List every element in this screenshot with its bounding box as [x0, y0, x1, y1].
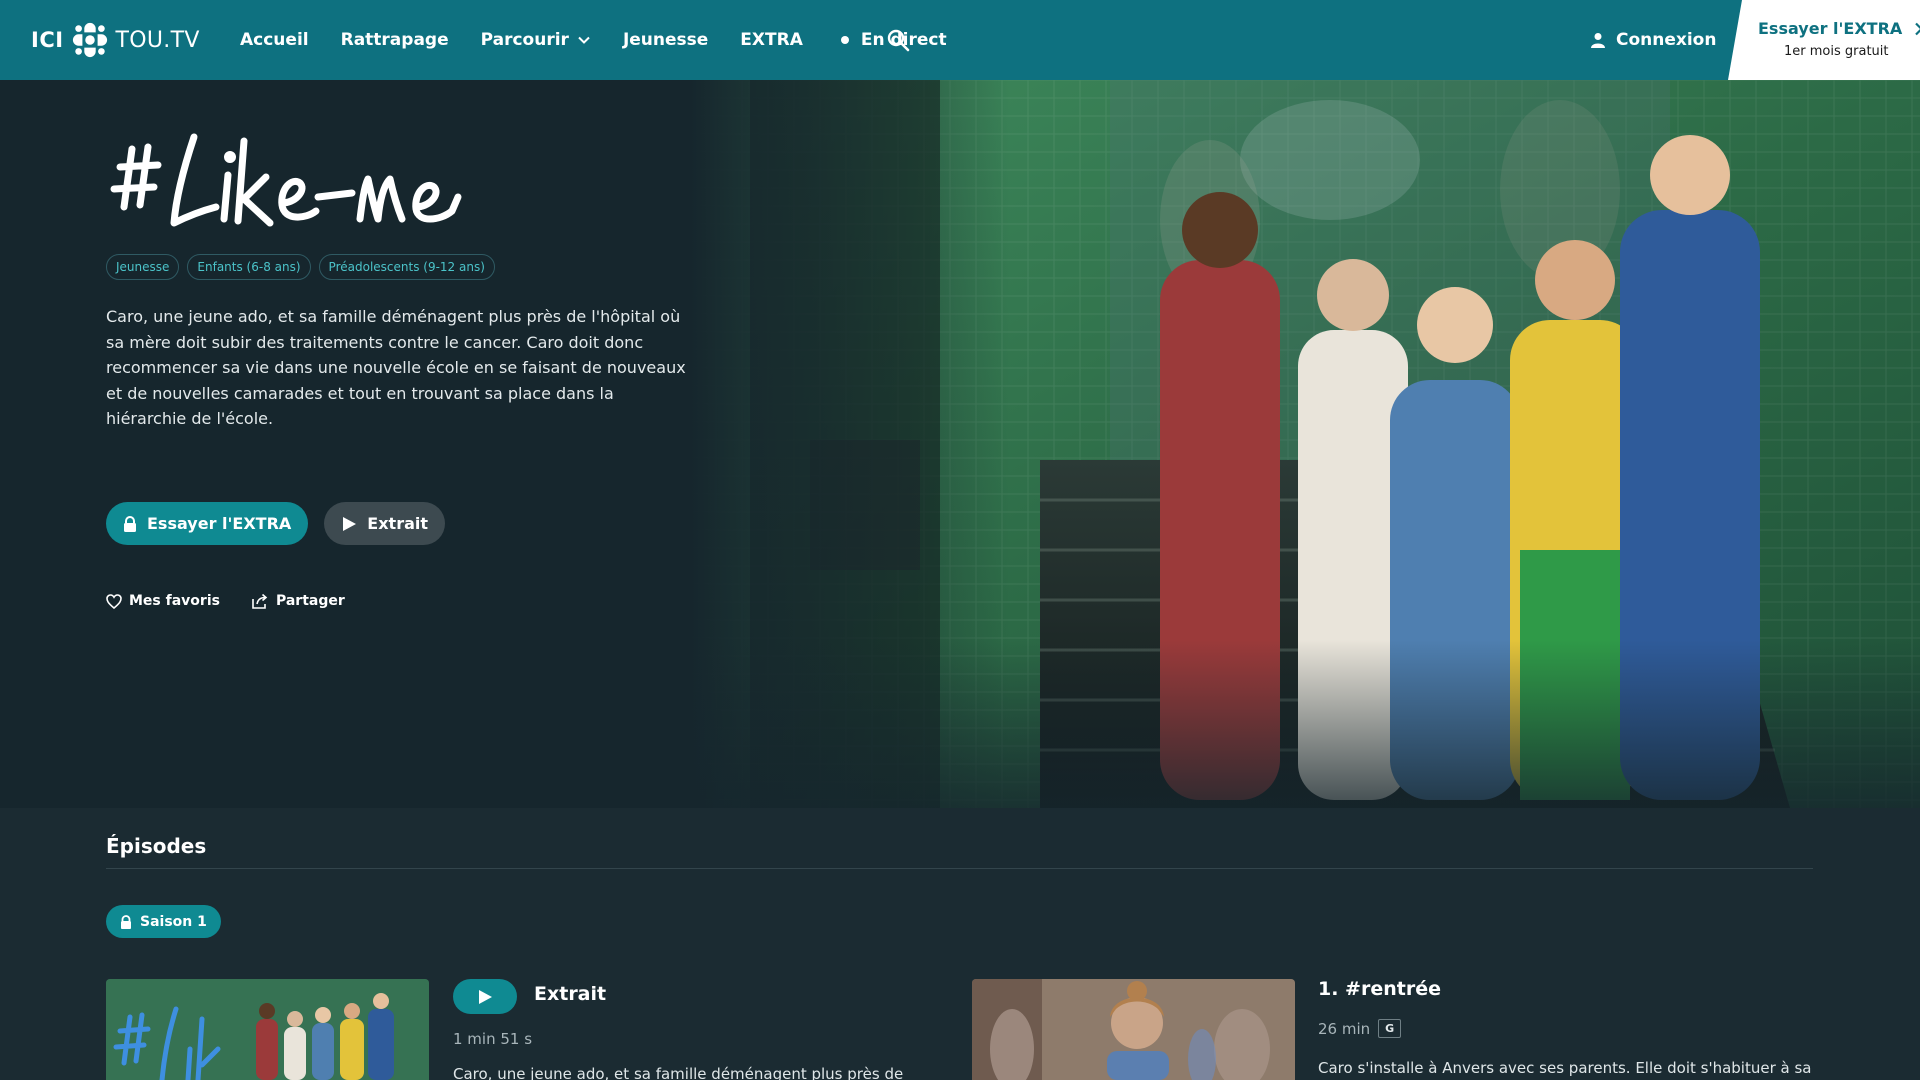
nav-link-extra[interactable]: EXTRA	[740, 30, 803, 50]
nav-link-parcourir-label: Parcourir	[480, 30, 569, 50]
play-icon	[479, 989, 492, 1004]
trailer-button-label: Extrait	[367, 514, 429, 533]
search-icon[interactable]	[886, 28, 910, 52]
rating-badge: G	[1378, 1019, 1402, 1038]
play-icon	[343, 516, 357, 531]
episode-duration: 26 min	[1318, 1019, 1371, 1038]
favorites-label: Mes favoris	[129, 593, 220, 609]
try-extra-subtitle: 1er mois gratuit	[1784, 44, 1889, 59]
episode-duration: 1 min 51 s	[453, 1030, 533, 1048]
show-hero: Jeunesse Enfants (6-8 ans) Préadolescent…	[0, 80, 1920, 808]
show-actions: Mes favoris Partager	[106, 593, 345, 609]
share-icon	[252, 593, 268, 609]
ici-toutv-logo[interactable]: ICI TOU.TV	[31, 20, 200, 60]
share-button[interactable]: Partager	[252, 593, 345, 609]
try-extra-banner[interactable]: Essayer l'EXTRA 1er mois gratuit	[1728, 0, 1920, 80]
hero-buttons: Essayer l'EXTRA Extrait	[106, 502, 446, 545]
hero-bottom-fade	[0, 640, 1920, 808]
try-extra-button[interactable]: Essayer l'EXTRA	[106, 502, 309, 545]
try-extra-main: Essayer l'EXTRA	[1758, 19, 1920, 38]
episode-description: Caro s'installe à Anvers avec ses parent…	[1318, 1059, 1812, 1077]
user-icon	[1591, 33, 1605, 48]
episode-title[interactable]: 1. #rentrée	[1318, 978, 1441, 1000]
season-label: Saison 1	[140, 913, 207, 930]
episodes-divider	[106, 868, 1813, 869]
season-selector[interactable]: Saison 1	[106, 905, 221, 938]
nav-link-rattrapage[interactable]: Rattrapage	[341, 30, 449, 50]
main-menu: Accueil Rattrapage Parcourir Jeunesse EX…	[240, 0, 979, 80]
logo-toutv-text: TOU.TV	[115, 27, 200, 53]
lock-icon	[121, 914, 131, 929]
episode-thumbnail-trailer[interactable]	[106, 979, 429, 1080]
trailer-button[interactable]: Extrait	[324, 502, 446, 545]
nav-link-parcourir[interactable]: Parcourir	[481, 30, 591, 50]
play-trailer-button[interactable]	[453, 979, 517, 1014]
episode-1-thumbnail-image	[972, 979, 1295, 1080]
genre-tags: Jeunesse Enfants (6-8 ans) Préadolescent…	[106, 254, 495, 280]
tag-enfants[interactable]: Enfants (6-8 ans)	[187, 254, 311, 280]
try-extra-button-label: Essayer l'EXTRA	[147, 514, 292, 533]
episode-thumbnail-1[interactable]	[972, 979, 1295, 1080]
tag-jeunesse[interactable]: Jeunesse	[106, 254, 180, 280]
lock-icon	[124, 515, 136, 532]
show-synopsis: Caro, une jeune ado, et sa famille démén…	[106, 307, 686, 428]
radio-canada-gem-icon	[72, 22, 107, 58]
episode-description: Caro, une jeune ado, et sa famille démén…	[453, 1065, 904, 1080]
episodes-section: Épisodes Saison 1 Extrait 1 min 51 s Car…	[0, 808, 1920, 1080]
logo-ici-text: ICI	[31, 28, 64, 52]
trailer-thumbnail-image	[106, 979, 429, 1080]
chevron-down-icon	[578, 36, 590, 44]
episode-title[interactable]: Extrait	[534, 983, 606, 1005]
episodes-heading: Épisodes	[106, 834, 207, 858]
chevron-right-icon	[1915, 22, 1920, 35]
episode-meta: 26 min G	[1318, 1019, 1402, 1038]
live-dot-icon	[840, 36, 849, 44]
nav-link-accueil[interactable]: Accueil	[240, 30, 309, 50]
heart-icon	[106, 593, 122, 609]
show-title-logo	[110, 133, 462, 227]
favorites-button[interactable]: Mes favoris	[106, 593, 220, 609]
login-label: Connexion	[1616, 30, 1717, 50]
share-label: Partager	[275, 593, 345, 609]
nav-link-jeunesse[interactable]: Jeunesse	[623, 30, 708, 50]
top-nav: ICI TOU.TV Accueil Rattrapage Parcourir …	[0, 0, 1920, 80]
login-button[interactable]: Connexion	[1590, 0, 1716, 80]
tag-preadolescents[interactable]: Préadolescents (9-12 ans)	[318, 254, 495, 280]
try-extra-label: Essayer l'EXTRA	[1758, 19, 1903, 38]
